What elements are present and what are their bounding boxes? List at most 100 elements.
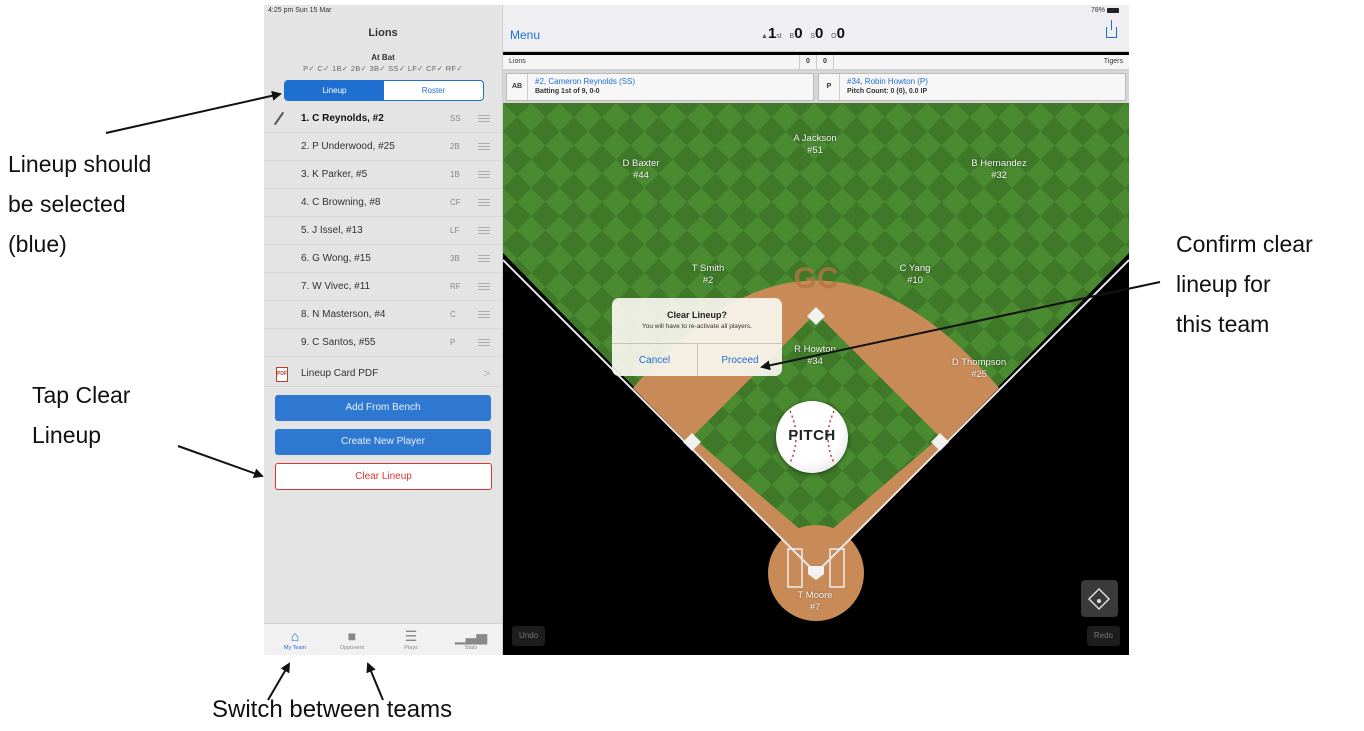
balls-count: 0 (794, 25, 803, 42)
fielder-lf[interactable]: D Baxter #44 (596, 158, 686, 182)
field-view-button[interactable] (1081, 580, 1118, 617)
fielder-p[interactable]: R Howton #34 (770, 344, 860, 368)
player-position: 2B (450, 142, 460, 151)
drag-handle-icon[interactable] (478, 283, 490, 284)
fielder-c[interactable]: T Moore #7 (770, 590, 860, 614)
arrow-to-lineup-tab (105, 90, 282, 134)
sidebar: 4:25 pm Sun 15 Mar Lions At Bat P✓ C✓ 1B… (264, 5, 503, 655)
lineup-row[interactable]: 9. C Santos, #55 P (264, 329, 502, 357)
player-position: CF (450, 198, 461, 207)
pitcher-box[interactable]: P #34, Robin Howton (P) Pitch Count: 0 (… (818, 73, 1126, 101)
share-icon[interactable] (1106, 20, 1117, 38)
player-position: SS (450, 114, 461, 123)
annotation-switch-note: Switch between teams (212, 696, 453, 723)
dialog-buttons: Cancel Proceed (612, 343, 782, 376)
lineup-row[interactable]: 4. C Browning, #8 CF (264, 189, 502, 217)
drag-handle-icon[interactable] (478, 199, 490, 200)
fielder-number: #10 (907, 275, 923, 286)
drag-handle-icon[interactable] (478, 311, 490, 312)
lineup-card-pdf-row[interactable]: PDF Lineup Card PDF > (264, 362, 502, 387)
matchup-bar: AB #2, Cameron Reynolds (SS) Batting 1st… (503, 70, 1129, 103)
undo-button[interactable]: Undo (512, 626, 546, 646)
lineup-row[interactable]: 5. J Issel, #13 LF (264, 217, 502, 245)
tab-label: My Team (283, 645, 307, 651)
positions-filled: P✓ C✓ 1B✓ 2B✓ 3B✓ SS✓ LF✓ CF✓ RF✓ (303, 64, 463, 73)
dialog-proceed-button[interactable]: Proceed (698, 344, 782, 376)
batter-tag: AB (507, 74, 528, 100)
lineup-card-pdf-label: Lineup Card PDF (301, 368, 379, 379)
drag-handle-icon[interactable] (478, 227, 490, 228)
player-name: 2. P Underwood, #25 (301, 141, 395, 152)
tab-opponent[interactable]: ■ Opponent (327, 627, 377, 651)
player-position: C (450, 310, 456, 319)
batter-box[interactable]: AB #2, Cameron Reynolds (SS) Batting 1st… (506, 73, 814, 101)
battery-status: 78% (1091, 7, 1119, 14)
app-window: 4:25 pm Sun 15 Mar Lions At Bat P✓ C✓ 1B… (264, 5, 1129, 655)
drag-handle-icon[interactable] (478, 115, 490, 116)
drag-handle-icon[interactable] (478, 339, 490, 340)
redo-button[interactable]: Redo (1086, 626, 1120, 646)
tab-stats[interactable]: ▁▃▅ Stats (446, 627, 496, 651)
player-position: P (450, 338, 456, 347)
segment-roster[interactable]: Roster (384, 81, 483, 100)
scoreboard: Lions 0 0 Tigers (503, 55, 1129, 70)
lineup-row[interactable]: 8. N Masterson, #4 C (264, 301, 502, 329)
lineup-row[interactable]: 6. G Wong, #15 3B (264, 245, 502, 273)
annotation-line: (blue) (8, 231, 67, 257)
lineup-list: 1. C Reynolds, #2 SS 2. P Underwood, #25… (264, 105, 502, 357)
fielder-1b[interactable]: D Thompson #25 (934, 357, 1024, 381)
create-new-player-button[interactable]: Create New Player (275, 429, 491, 455)
drag-handle-icon[interactable] (478, 143, 490, 144)
battery-percent: 78% (1090, 7, 1105, 14)
outs-count: 0 (836, 25, 845, 42)
pitch-label: PITCH (788, 427, 836, 444)
segment-lineup[interactable]: Lineup (285, 81, 384, 100)
add-from-bench-button[interactable]: Add From Bench (275, 395, 491, 421)
baseball-field[interactable]: GC (503, 103, 1129, 655)
lineup-row[interactable]: 7. W Vivec, #11 RF (264, 273, 502, 301)
fielder-ss[interactable]: T Smith #2 (663, 263, 753, 287)
field-diamond-icon (1087, 587, 1111, 611)
player-position: 1B (450, 170, 460, 179)
tab-plays[interactable]: ☰ Plays (386, 627, 436, 651)
team-title: Lions (368, 27, 398, 39)
battery-icon (1107, 7, 1119, 13)
fielder-name: A Jackson (793, 133, 837, 144)
annotation-lineup-note: Lineup should be selected (blue) (8, 144, 151, 264)
fielder-number: #25 (971, 369, 987, 380)
shirt-outline-icon: ⌂ (290, 628, 300, 644)
annotation-confirm-note: Confirm clear lineup for this team (1176, 224, 1313, 344)
shirt-filled-icon: ■ (347, 628, 357, 644)
dialog-title: Clear Lineup? (666, 310, 727, 320)
menu-button[interactable]: Menu (510, 28, 540, 42)
fielder-name: C Yang (899, 263, 931, 274)
pencil-icon (273, 111, 285, 126)
fielder-2b[interactable]: C Yang #10 (870, 263, 960, 287)
dialog-cancel-button[interactable]: Cancel (612, 344, 698, 376)
list-icon: ☰ (404, 628, 418, 644)
drag-handle-icon[interactable] (478, 171, 490, 172)
annotation-clear-note: Tap Clear Lineup (32, 375, 130, 455)
batter-name: #2, Cameron Reynolds (SS) (535, 77, 636, 86)
game-state: ▲1st B0 S0 O0 (761, 25, 845, 42)
clear-lineup-button[interactable]: Clear Lineup (275, 463, 492, 490)
status-time: 4:25 pm Sun 15 Mar (268, 7, 332, 14)
tab-label: Opponent (339, 645, 365, 651)
fielder-cf[interactable]: A Jackson #51 (770, 133, 860, 157)
fielder-name: T Moore (797, 590, 833, 601)
inning-suffix: st (776, 33, 782, 40)
lineup-row[interactable]: 1. C Reynolds, #2 SS (264, 105, 502, 133)
gc-logo: GC (794, 262, 839, 295)
tab-my-team[interactable]: ⌂ My Team (270, 627, 320, 651)
player-name: 9. C Santos, #55 (301, 337, 376, 348)
fielder-name: B Hernandez (971, 158, 1027, 169)
fielder-number: #51 (807, 145, 823, 156)
fielder-rf[interactable]: B Hernandez #32 (954, 158, 1044, 182)
fielder-number: #44 (633, 170, 649, 181)
pitch-button[interactable]: PITCH (776, 401, 848, 473)
annotation-line: Lineup (32, 422, 102, 448)
drag-handle-icon[interactable] (478, 255, 490, 256)
pitcher-name: #34, Robin Howton (P) (847, 77, 928, 86)
lineup-row[interactable]: 2. P Underwood, #25 2B (264, 133, 502, 161)
lineup-row[interactable]: 3. K Parker, #5 1B (264, 161, 502, 189)
